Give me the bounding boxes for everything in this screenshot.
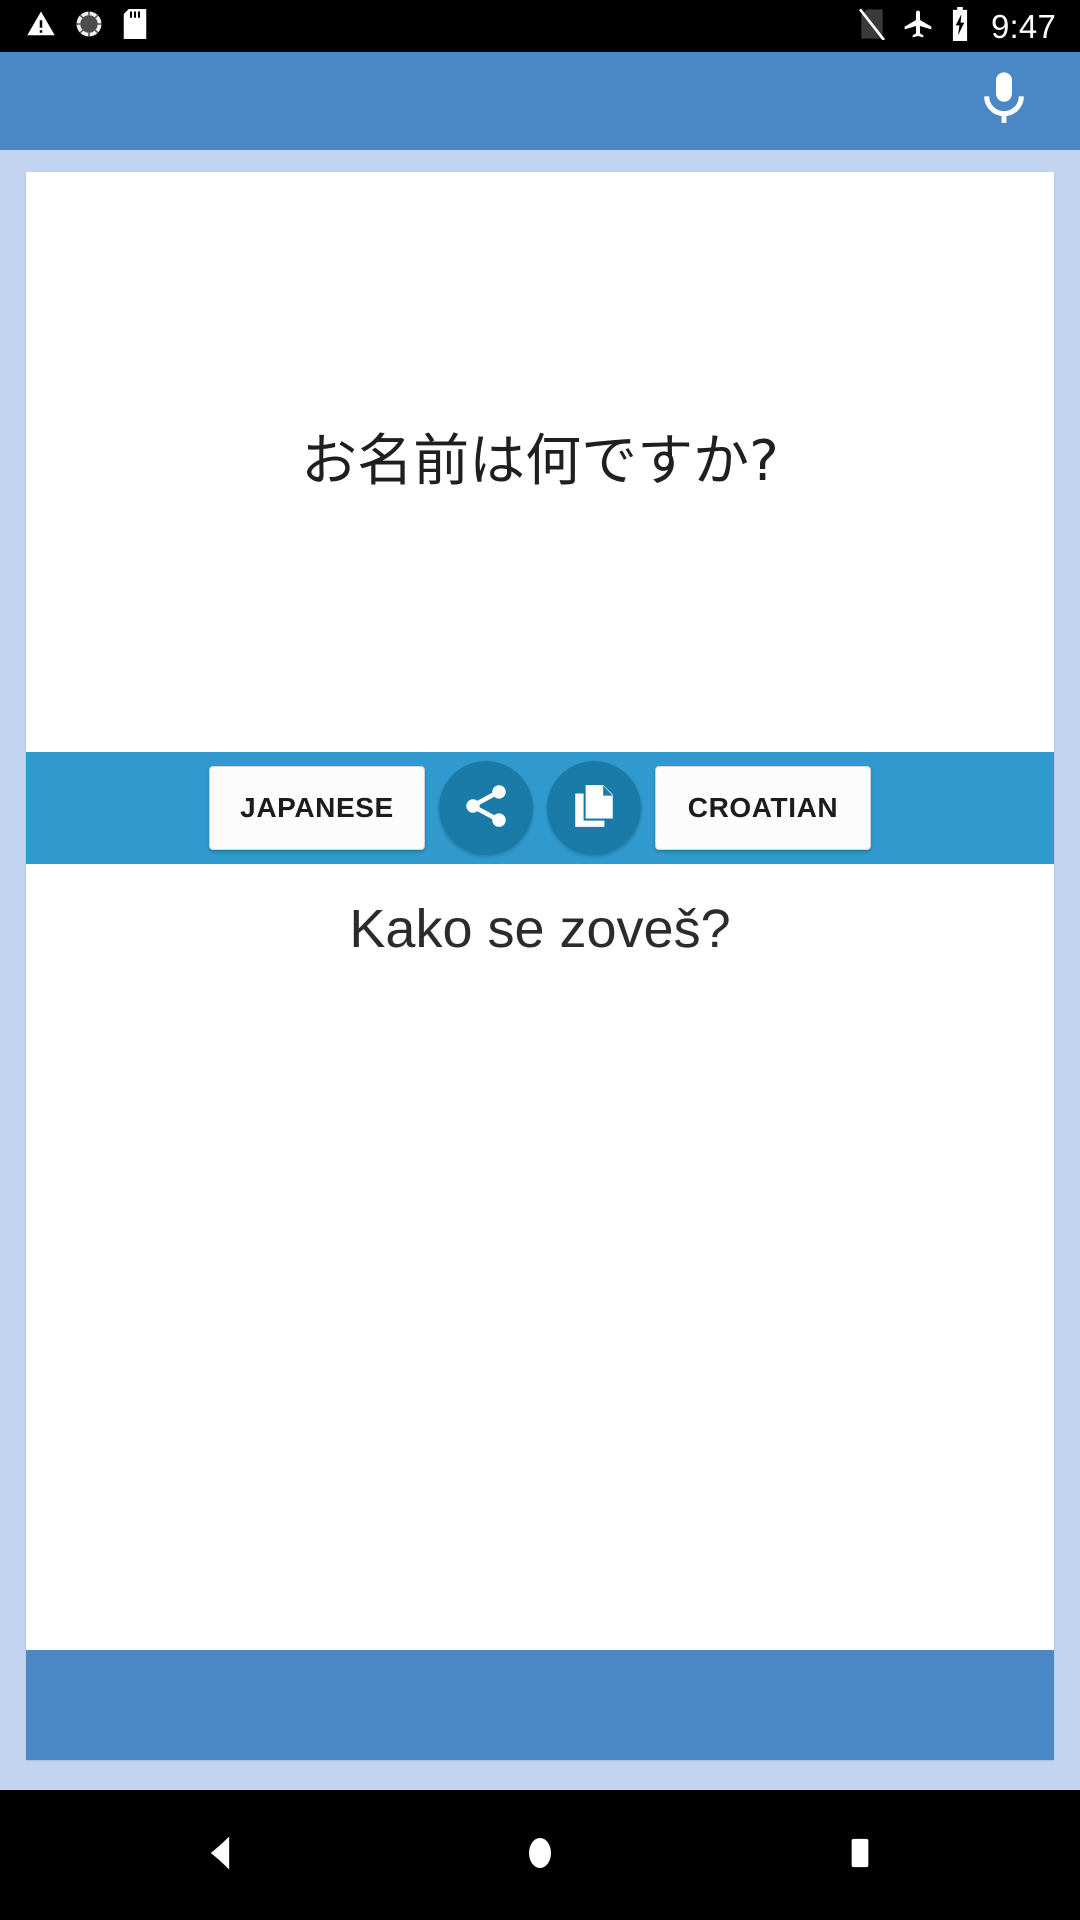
home-circle-icon — [518, 1831, 562, 1880]
bottom-banner[interactable] — [26, 1650, 1054, 1760]
no-sim-icon — [857, 8, 887, 45]
microphone-icon — [972, 67, 1036, 136]
content-panel: お名前は何ですか? JAPANESE CROATIAN Kako se zove… — [0, 150, 1080, 1790]
sd-card-icon — [122, 8, 148, 44]
translation-card: お名前は何ですか? JAPANESE CROATIAN Kako se zove… — [26, 172, 1054, 1760]
source-text-area[interactable]: お名前は何ですか? — [26, 172, 1054, 752]
source-language-label: JAPANESE — [240, 792, 394, 823]
status-bar-clock: 9:47 — [990, 7, 1056, 45]
app-bar — [0, 52, 1080, 150]
copy-button[interactable] — [547, 761, 641, 855]
source-text: お名前は何ですか? — [301, 429, 779, 495]
phone-screen: 9:47 お名前は何ですか? JAPANESE CROATIAN Kako se… — [0, 0, 1080, 1920]
nav-home-button[interactable] — [465, 1790, 615, 1920]
target-text-area[interactable]: Kako se zoveš? — [26, 864, 1054, 1650]
nav-recents-button[interactable] — [785, 1790, 935, 1920]
microphone-button[interactable] — [958, 55, 1050, 147]
warning-triangle-icon — [26, 9, 56, 44]
back-triangle-icon — [198, 1831, 242, 1880]
status-bar-right-icons: 9:47 — [857, 6, 1056, 46]
status-bar-left-icons — [26, 8, 148, 44]
target-language-button[interactable]: CROATIAN — [655, 766, 871, 850]
status-bar: 9:47 — [0, 0, 1080, 52]
recents-square-icon — [840, 1833, 880, 1878]
share-icon — [460, 780, 512, 837]
share-button[interactable] — [439, 761, 533, 855]
gps-searching-icon — [74, 9, 104, 44]
target-language-label: CROATIAN — [687, 792, 839, 823]
battery-charging-icon — [949, 6, 971, 46]
nav-back-button[interactable] — [145, 1790, 295, 1920]
target-text: Kako se zoveš? — [349, 899, 731, 959]
copy-icon — [569, 781, 619, 836]
translation-control-bar: JAPANESE CROATIAN — [26, 752, 1054, 864]
source-language-button[interactable]: JAPANESE — [209, 766, 425, 850]
system-navigation-bar — [0, 1790, 1080, 1920]
airplane-mode-icon — [901, 8, 935, 45]
